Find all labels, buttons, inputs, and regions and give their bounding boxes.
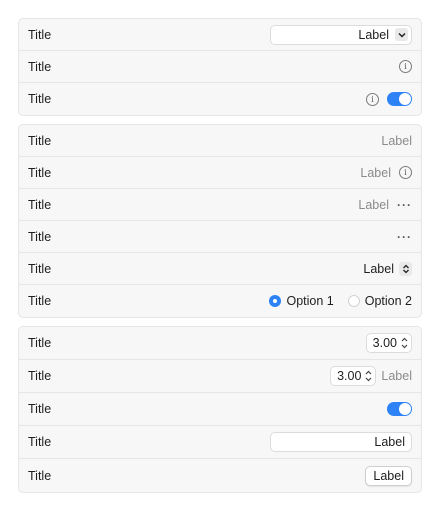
settings-row: Title Label: [19, 125, 421, 157]
toggle-switch[interactable]: [387, 92, 412, 106]
settings-group-3: Title 3.00 Title 3.00 Label Title Title …: [18, 326, 422, 493]
push-button[interactable]: Label: [365, 465, 412, 486]
settings-row: Title Option 1 Option 2: [19, 285, 421, 317]
radio-label: Option 1: [286, 294, 334, 308]
row-value: Label: [358, 197, 389, 212]
push-button-label: Label: [373, 468, 404, 483]
settings-group-2: Title Label Title Label i Title Label ··…: [18, 124, 422, 318]
settings-row: Title ···: [19, 221, 421, 253]
row-title: Title: [28, 435, 52, 449]
row-value: Label: [381, 133, 412, 148]
radio-indicator: [347, 295, 360, 307]
radio-option-2[interactable]: Option 2: [347, 294, 412, 308]
settings-row: Title Label i: [19, 157, 421, 189]
more-icon[interactable]: ···: [397, 230, 412, 244]
popup-value: Label: [363, 261, 394, 276]
number-stepper[interactable]: 3.00: [365, 333, 412, 353]
text-field[interactable]: Label: [270, 432, 412, 452]
row-title: Title: [28, 92, 52, 106]
settings-row: Title Label: [19, 459, 421, 492]
toggle-switch[interactable]: [387, 402, 412, 416]
row-title: Title: [28, 165, 52, 180]
chevron-down-icon: [395, 28, 408, 41]
info-icon[interactable]: i: [399, 60, 412, 73]
stepper-arrows-icon[interactable]: [400, 336, 409, 350]
settings-row: Title Label ···: [19, 189, 421, 221]
row-title: Title: [28, 468, 52, 483]
row-title: Title: [28, 336, 52, 350]
settings-row: Title Label: [19, 253, 421, 285]
row-value: Label: [360, 165, 391, 180]
popup-button[interactable]: Label: [270, 24, 412, 45]
row-title: Title: [28, 294, 52, 308]
settings-row: Title Label: [19, 426, 421, 459]
radio-option-1[interactable]: Option 1: [269, 294, 334, 308]
text-field-value: Label: [374, 435, 405, 449]
info-icon[interactable]: i: [366, 92, 379, 106]
stepper-value: 3.00: [372, 336, 397, 350]
popup-button[interactable]: Label: [363, 261, 412, 276]
row-title: Title: [28, 27, 52, 42]
settings-row: Title 3.00: [19, 327, 421, 360]
row-title: Title: [28, 369, 52, 383]
up-down-chevron-icon: [399, 261, 412, 276]
more-icon[interactable]: ···: [397, 198, 412, 212]
stepper-unit-label: Label: [381, 369, 412, 383]
stepper-arrows-icon[interactable]: [364, 369, 373, 383]
popup-value: Label: [358, 27, 389, 42]
radio-label: Option 2: [364, 294, 412, 308]
settings-group-1: Title Label Title i Title i: [18, 18, 422, 116]
settings-row: Title i: [19, 51, 421, 83]
settings-row: Title 3.00 Label: [19, 360, 421, 393]
row-title: Title: [28, 229, 52, 244]
row-title: Title: [28, 261, 52, 276]
number-stepper[interactable]: 3.00: [330, 366, 377, 386]
settings-row: Title Label: [19, 19, 421, 51]
settings-row: Title i: [19, 83, 421, 115]
settings-row: Title: [19, 393, 421, 426]
radio-selected-indicator: [269, 295, 282, 307]
row-title: Title: [28, 133, 52, 148]
row-title: Title: [28, 197, 52, 212]
stepper-value: 3.00: [337, 369, 362, 383]
info-icon[interactable]: i: [399, 166, 412, 179]
row-title: Title: [28, 59, 52, 74]
row-title: Title: [28, 402, 52, 416]
